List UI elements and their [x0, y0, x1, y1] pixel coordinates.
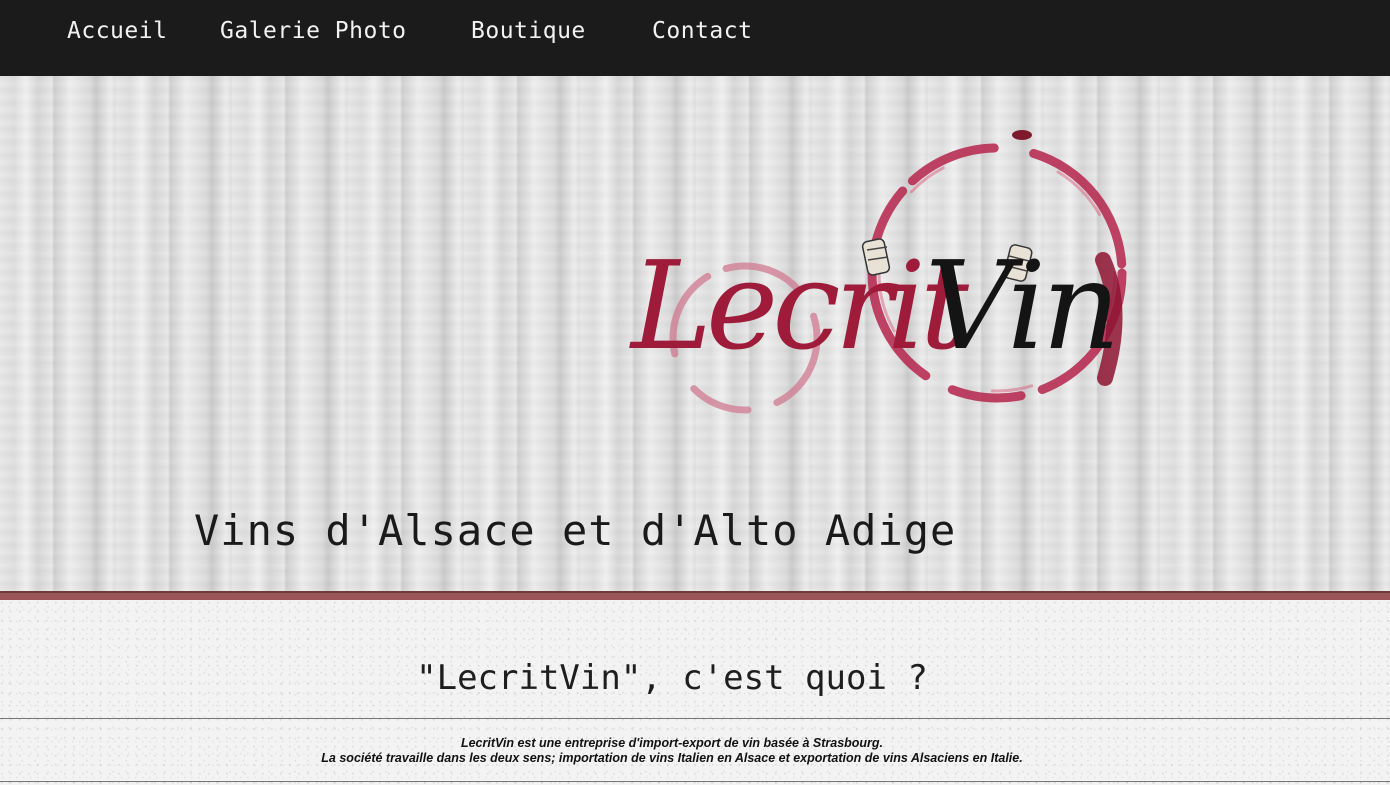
hero-tagline: Vins d'Alsace et d'Alto Adige — [194, 506, 957, 555]
lecritvin-logo: Lecrit Vin — [629, 130, 1127, 414]
wine-drop — [1012, 130, 1032, 140]
about-title: "LecritVin", c'est quoi ? — [416, 658, 928, 698]
about-description: LecritVin est une entreprise d'import-ex… — [0, 736, 1344, 766]
top-navigation-bar: Accueil Galerie Photo Boutique Contact — [0, 0, 1390, 76]
nav-link-galerie-photo[interactable]: Galerie Photo — [220, 18, 407, 44]
about-line-1: LecritVin est une entreprise d'import-ex… — [460, 736, 884, 750]
section-divider-line — [0, 718, 1390, 719]
section-divider-line-bottom — [0, 781, 1390, 782]
nav-link-contact[interactable]: Contact — [652, 18, 752, 44]
nav-link-accueil[interactable]: Accueil — [67, 18, 167, 44]
nav-link-boutique[interactable]: Boutique — [471, 18, 586, 44]
about-line-2: La société travaille dans les deux sens;… — [321, 751, 1023, 765]
logo-text-lecrit: Lecrit — [629, 235, 970, 377]
hero-divider-band — [0, 591, 1390, 600]
logo-text-vin: Vin — [925, 235, 1117, 377]
